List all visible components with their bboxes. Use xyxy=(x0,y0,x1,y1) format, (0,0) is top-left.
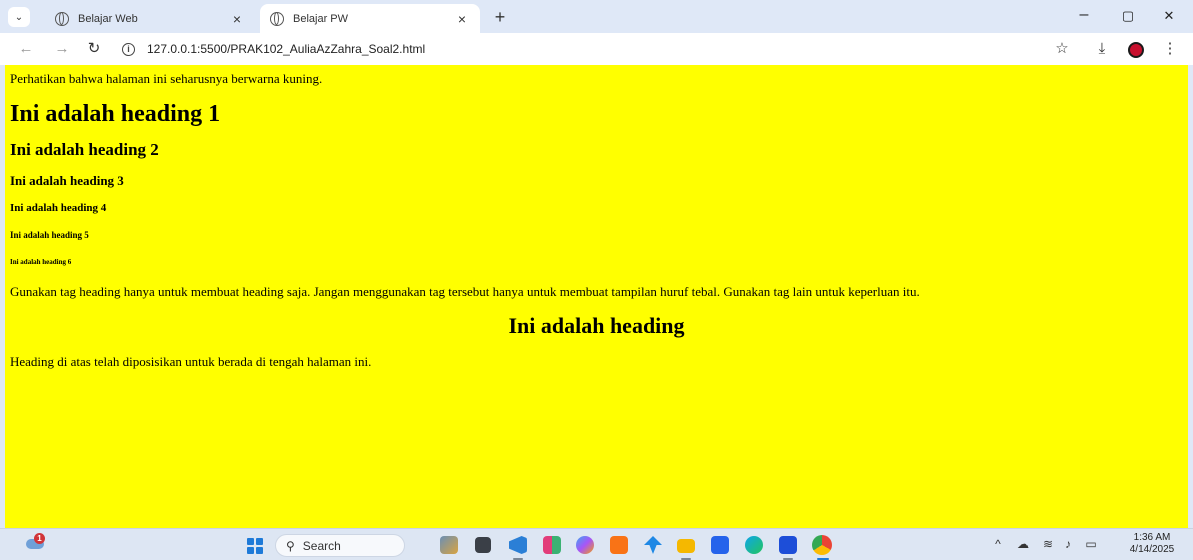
tab-strip: ⌄ Belajar Web × Belajar PW × + – ▢ ✕ xyxy=(0,0,1193,33)
forward-arrow-icon[interactable]: → xyxy=(52,40,72,58)
chevron-down-icon: ⌄ xyxy=(14,11,24,23)
vscode-icon[interactable] xyxy=(509,536,527,554)
note-paragraph: Gunakan tag heading hanya untuk membuat … xyxy=(10,284,920,299)
xampp-icon[interactable] xyxy=(610,536,628,554)
intro-paragraph: Perhatikan bahwa halaman ini seharusnya … xyxy=(10,71,323,86)
restore-button[interactable]: ▢ xyxy=(1114,8,1142,24)
copilot-icon[interactable] xyxy=(576,536,594,554)
centered-heading: Ini adalah heading xyxy=(508,313,685,338)
browser-toolbar: ← → ↻ i 127.0.0.1:5500/PRAK102_AuliaAzZa… xyxy=(0,33,1193,65)
tab-search-button[interactable]: ⌄ xyxy=(8,7,30,27)
new-tab-button[interactable]: + xyxy=(490,7,510,27)
download-icon[interactable]: ⤓ xyxy=(1092,41,1112,57)
taskbar: 1 ⚲ Search ^ ☁ ≋ ♪ ▭ 1:36 AM 4/14/2025 xyxy=(0,528,1193,560)
heading-4: Ini adalah heading 4 xyxy=(10,202,107,214)
app-icon[interactable] xyxy=(543,536,561,554)
taskbar-search[interactable]: ⚲ Search xyxy=(275,534,405,557)
globe-icon xyxy=(270,11,284,26)
close-window-button[interactable]: ✕ xyxy=(1155,8,1183,24)
search-label: Search xyxy=(302,538,341,553)
notification-badge: 1 xyxy=(34,533,45,544)
folder-icon[interactable] xyxy=(677,539,695,553)
wifi-icon[interactable]: ≋ xyxy=(1040,537,1056,551)
address-bar[interactable]: i 127.0.0.1:5500/PRAK102_AuliaAzZahra_So… xyxy=(118,37,1088,61)
minimize-button[interactable]: – xyxy=(1070,6,1098,24)
clock-date: 4/14/2025 xyxy=(1129,544,1175,555)
reload-icon[interactable]: ↻ xyxy=(84,40,104,58)
page-viewport: Perhatikan bahwa halaman ini seharusnya … xyxy=(5,65,1188,528)
chevron-up-icon[interactable]: ^ xyxy=(990,537,1006,551)
tab-title: Belajar Web xyxy=(78,12,138,25)
heading-5: Ini adalah heading 5 xyxy=(10,230,89,240)
weather-widget[interactable]: 1 xyxy=(26,533,46,553)
battery-icon[interactable]: ▭ xyxy=(1083,537,1099,551)
globe-icon xyxy=(55,11,69,26)
kebab-menu-icon[interactable]: ⋮ xyxy=(1160,41,1180,57)
cloud-icon[interactable]: ☁ xyxy=(1015,537,1031,551)
outro-paragraph: Heading di atas telah diposisikan untuk … xyxy=(10,354,372,369)
volume-icon[interactable]: ♪ xyxy=(1060,537,1076,551)
chrome-icon[interactable] xyxy=(812,535,832,555)
app-icon[interactable] xyxy=(644,536,662,554)
star-icon[interactable]: ☆ xyxy=(1052,41,1072,57)
heading-2: Ini adalah heading 2 xyxy=(10,140,159,159)
file-explorer-icon[interactable] xyxy=(475,537,491,553)
app-icon[interactable] xyxy=(440,536,458,554)
profile-avatar[interactable] xyxy=(1128,42,1144,58)
url-text[interactable]: 127.0.0.1:5500/PRAK102_AuliaAzZahra_Soal… xyxy=(147,42,425,56)
search-icon: ⚲ xyxy=(286,538,295,553)
tab-close-icon[interactable]: × xyxy=(454,11,470,27)
heading-3: Ini adalah heading 3 xyxy=(10,173,124,188)
system-clock[interactable]: 1:36 AM 4/14/2025 xyxy=(1120,532,1184,556)
word-icon[interactable] xyxy=(779,536,797,554)
store-icon[interactable] xyxy=(711,536,729,554)
heading-1: Ini adalah heading 1 xyxy=(10,101,221,127)
tab-belajar-web[interactable]: Belajar Web × xyxy=(45,4,255,33)
windows-start-icon[interactable] xyxy=(247,538,263,554)
back-arrow-icon[interactable]: ← xyxy=(16,40,36,58)
heading-6: Ini adalah heading 6 xyxy=(10,258,72,266)
tab-belajar-pw[interactable]: Belajar PW × xyxy=(260,4,480,33)
edge-icon[interactable] xyxy=(745,536,763,554)
info-icon[interactable]: i xyxy=(122,42,135,56)
clock-time: 1:36 AM xyxy=(1133,532,1171,543)
tab-title: Belajar PW xyxy=(293,12,349,25)
tab-close-icon[interactable]: × xyxy=(229,11,245,27)
